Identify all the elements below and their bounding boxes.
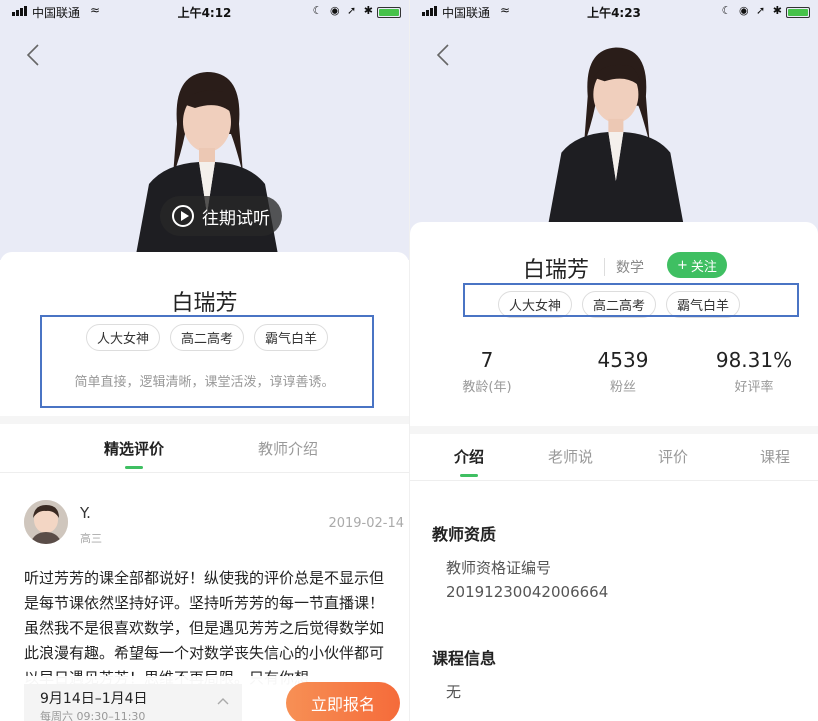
review-text: 听过芳芳的课全部都说好！纵使我的评价总是不显示但是每节课依然坚持好评。坚持听芳芳… bbox=[24, 569, 385, 687]
stat-rating: 98.31% 好评率 bbox=[694, 348, 814, 395]
tab-courses[interactable]: 课程 bbox=[760, 446, 790, 467]
reviewer-grade: 高三 bbox=[80, 532, 102, 545]
tab-featured-reviews[interactable]: 精选评价 bbox=[104, 438, 164, 459]
stat-label: 粉丝 bbox=[609, 380, 636, 395]
plus-icon: + bbox=[677, 257, 688, 273]
teacher-page-intro-view: 中国联通 ≈ 上午4:23 ☾ ◉ ➚ ✱ 白瑞芳 数学 + 关注 人大女神 高… bbox=[409, 0, 818, 721]
avatar bbox=[24, 500, 68, 544]
status-icons: ☾ ◉ ➚ ✱ bbox=[312, 4, 375, 17]
back-arrow-icon[interactable] bbox=[434, 42, 452, 68]
chevron-up-icon bbox=[217, 698, 229, 705]
signup-button[interactable]: 立即报名 bbox=[286, 682, 400, 721]
teacher-hero: 中国联通 ≈ 上午4:12 ☾ ◉ ➚ ✱ 往期试听 bbox=[0, 0, 409, 260]
review-date: 2019-02-14 bbox=[328, 516, 404, 531]
course-dates: 9月14日–1月4日 bbox=[40, 691, 148, 707]
teacher-subject: 数学 bbox=[616, 260, 644, 276]
section-divider bbox=[0, 416, 409, 424]
course-info-value: 无 bbox=[446, 683, 462, 701]
status-bar: 中国联通 ≈ 上午4:23 ☾ ◉ ➚ ✱ bbox=[410, 0, 818, 24]
trial-lesson-label: 往期试听 bbox=[202, 208, 270, 229]
stat-value: 4539 bbox=[597, 348, 649, 372]
teacher-name: 白瑞芳 bbox=[171, 291, 238, 316]
section-divider bbox=[410, 426, 818, 434]
teacher-page-review-view: 中国联通 ≈ 上午4:12 ☾ ◉ ➚ ✱ 往期试听 白瑞芳 人大女神 高二高考… bbox=[0, 0, 409, 721]
stat-fans: 4539 粉丝 bbox=[563, 348, 683, 395]
status-bar: 中国联通 ≈ 上午4:12 ☾ ◉ ➚ ✱ bbox=[0, 0, 409, 24]
stat-value: 98.31% bbox=[715, 348, 793, 372]
highlight-box bbox=[463, 283, 799, 317]
reviewer-name: Y. bbox=[80, 504, 91, 522]
teacher-photo bbox=[548, 47, 684, 224]
divider bbox=[604, 258, 605, 276]
teacher-name: 白瑞芳 bbox=[523, 258, 590, 283]
back-arrow-icon[interactable] bbox=[24, 42, 42, 68]
qualification-title: 教师资质 bbox=[432, 525, 497, 544]
tab-divider bbox=[0, 472, 409, 473]
course-info-title: 课程信息 bbox=[432, 649, 497, 668]
tab-intro[interactable]: 介绍 bbox=[454, 446, 484, 467]
enroll-bar: 9月14日–1月4日 每周六 09:30–11:30 立即报名 bbox=[0, 676, 409, 721]
course-schedule: 每周六 09:30–11:30 bbox=[40, 710, 146, 721]
stat-label: 好评率 bbox=[734, 380, 774, 395]
stat-label: 教龄(年) bbox=[462, 380, 512, 395]
follow-button[interactable]: + 关注 bbox=[667, 252, 727, 278]
trial-lesson-button[interactable]: 往期试听 bbox=[160, 196, 282, 236]
status-icons: ☾ ◉ ➚ ✱ bbox=[721, 4, 784, 17]
tab-teacher-says[interactable]: 老师说 bbox=[548, 446, 593, 467]
battery-icon bbox=[377, 7, 401, 18]
stat-teaching-years: 7 教龄(年) bbox=[427, 348, 547, 395]
cert-number: 20191230042006664 bbox=[446, 583, 609, 601]
tab-teacher-intro[interactable]: 教师介绍 bbox=[258, 438, 318, 459]
teacher-hero: 中国联通 ≈ 上午4:23 ☾ ◉ ➚ ✱ bbox=[410, 0, 818, 240]
tab-divider bbox=[410, 480, 818, 481]
teacher-info-card bbox=[410, 222, 818, 428]
stat-value: 7 bbox=[480, 348, 494, 372]
course-schedule-selector[interactable]: 9月14日–1月4日 每周六 09:30–11:30 bbox=[24, 684, 242, 721]
cert-label: 教师资格证编号 bbox=[446, 559, 552, 577]
highlight-box bbox=[40, 315, 374, 408]
battery-icon bbox=[786, 7, 810, 18]
tab-reviews[interactable]: 评价 bbox=[658, 446, 688, 467]
play-circle-icon bbox=[172, 205, 194, 227]
follow-label: 关注 bbox=[690, 259, 717, 275]
